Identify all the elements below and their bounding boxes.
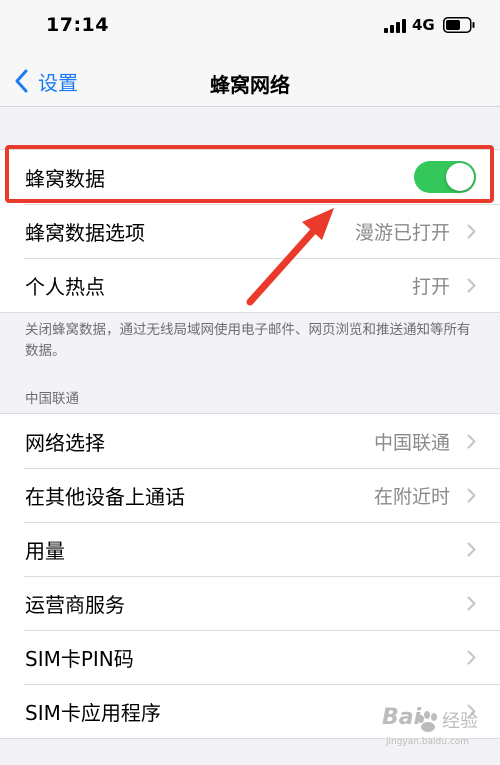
row-value: 漫游已打开: [354, 221, 450, 244]
page-title: 蜂窝网络: [210, 73, 290, 97]
cellular-signal-icon: [384, 19, 406, 33]
status-time: 17:14: [46, 14, 109, 36]
row-label: SIM卡应用程序: [25, 700, 161, 725]
row-value: 打开: [411, 275, 450, 298]
row-cellular-data: 蜂窝数据: [0, 150, 500, 204]
row-label: SIM卡PIN码: [25, 646, 134, 671]
row-value: 中国联通: [373, 431, 450, 454]
row-label: 蜂窝数据: [25, 166, 105, 191]
cellular-settings-group: 蜂窝数据 蜂窝数据选项 漫游已打开 个人热点 打开: [0, 149, 500, 313]
watermark-url: jingyan.baidu.com: [386, 737, 470, 747]
row-label: 个人热点: [25, 274, 105, 299]
row-label: 蜂窝数据选项: [25, 220, 145, 245]
row-network-selection[interactable]: 网络选择 中国联通: [0, 414, 500, 468]
carrier-section-header: 中国联通: [25, 391, 79, 407]
cellular-data-toggle[interactable]: [414, 161, 476, 193]
carrier-settings-group: 网络选择 中国联通 在其他设备上通话 在附近时 用量 运营商服务 SIM卡PIN…: [0, 413, 500, 739]
row-usage[interactable]: 用量: [0, 522, 500, 576]
battery-icon: [443, 17, 475, 33]
row-label: 运营商服务: [25, 592, 125, 617]
chevron-right-icon: [467, 434, 476, 449]
row-label: 在其他设备上通话: [25, 484, 185, 509]
row-personal-hotspot[interactable]: 个人热点 打开: [0, 258, 500, 312]
chevron-right-icon: [467, 596, 476, 611]
chevron-right-icon: [467, 542, 476, 557]
row-cellular-data-options[interactable]: 蜂窝数据选项 漫游已打开: [0, 204, 500, 258]
network-type-label: 4G: [412, 16, 435, 34]
baidu-jingyan-watermark: Bai 经验 jingyan.baidu.com: [382, 705, 492, 755]
chevron-right-icon: [467, 488, 476, 503]
row-sim-pin[interactable]: SIM卡PIN码: [0, 630, 500, 684]
watermark-logo-suffix: 经验: [442, 711, 478, 732]
chevron-right-icon: [467, 224, 476, 239]
row-value: 在附近时: [373, 485, 450, 508]
status-bar: 17:14 4G: [0, 0, 500, 56]
navigation-bar: 设置 蜂窝网络: [0, 56, 500, 107]
toggle-knob: [446, 163, 474, 191]
cellular-data-footnote: 关闭蜂窝数据，通过无线局域网使用电子邮件、网页浏览和推送通知等所有数据。: [25, 322, 471, 359]
row-calls-on-other-devices[interactable]: 在其他设备上通话 在附近时: [0, 468, 500, 522]
row-label: 网络选择: [25, 430, 105, 455]
paw-icon: [418, 711, 437, 732]
row-carrier-services[interactable]: 运营商服务: [0, 576, 500, 630]
chevron-right-icon: [467, 650, 476, 665]
chevron-right-icon: [467, 278, 476, 293]
row-label: 用量: [25, 538, 65, 563]
